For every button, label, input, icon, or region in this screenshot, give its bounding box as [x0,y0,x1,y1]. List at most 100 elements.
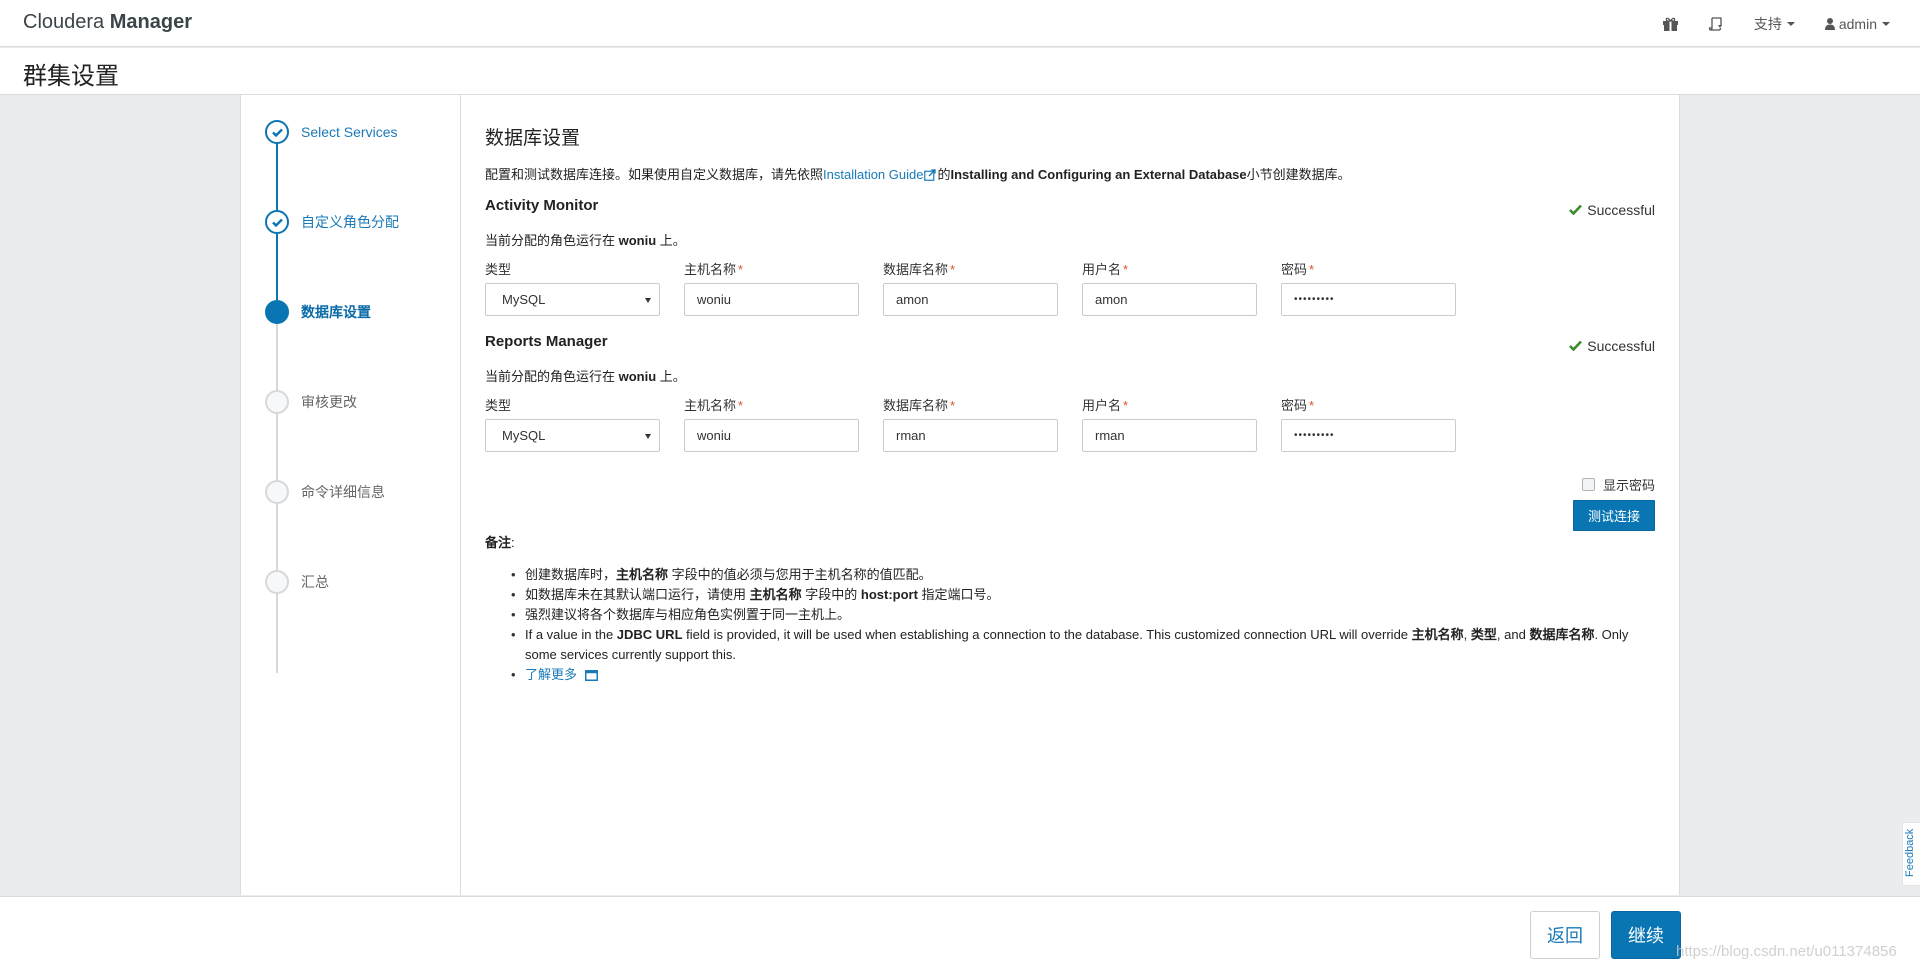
show-password-label: 显示密码 [1602,478,1655,493]
host-label: 主机名称 * [684,395,859,413]
show-password-toggle[interactable]: 显示密码 [1581,475,1655,494]
note-text: If a value in the [525,627,617,642]
intro-text: 配置和测试数据库连接。如果使用自定义数据库，请先依照Installation G… [485,164,1351,184]
brand-logo[interactable]: Cloudera Manager [23,11,192,34]
type-select[interactable]: MySQL [485,419,660,452]
username-field: 用户名 * amon [1082,259,1257,316]
wizard-steps: Select Services 自定义角色分配 数据库设置 审核更改 命令详细信… [240,95,461,895]
type-label: 类型 [485,398,512,413]
installation-guide-link[interactable]: Installation Guide [823,167,923,182]
username-label: 用户名 * [1082,395,1257,413]
host-field: 主机名称 * woniu [684,259,859,316]
support-menu[interactable]: 支持 [1754,14,1795,34]
window-icon [585,667,599,687]
user-menu[interactable]: admin [1824,16,1890,32]
support-label: 支持 [1753,15,1782,32]
external-link-icon [924,169,937,184]
feedback-tab[interactable]: Feedback [1902,822,1920,886]
password-label-text: 密码 [1281,398,1308,413]
username-input[interactable]: rman [1082,419,1257,452]
host-label: 主机名称 * [684,259,859,277]
scroll-help-button[interactable] [1708,16,1724,32]
db-name-label: 数据库名称 * [883,395,1058,413]
note-text: 强烈建议将各个数据库与相应角色实例置于同一主机上。 [525,607,851,622]
running-suffix: 上。 [656,233,686,248]
wizard-footer: 返回 继续 https://blog.csdn.net/u011374856 [0,896,1920,969]
note-item: 创建数据库时，主机名称 字段中的值必须与您用于主机名称的值匹配。 [511,565,1655,585]
note-item: 强烈建议将各个数据库与相应角色实例置于同一主机上。 [511,605,1655,625]
type-select[interactable]: MySQL [485,283,660,316]
db-name-label: 数据库名称 * [883,259,1058,277]
type-label: 类型 [485,262,512,277]
wizard-step-database-setup[interactable]: 数据库设置 [265,299,371,325]
title-bar: 群集设置 [0,48,1920,95]
password-input[interactable]: ••••••••• [1281,419,1456,452]
required-mark: * [738,398,744,413]
password-label: 密码 * [1281,259,1456,277]
required-mark: * [950,398,956,413]
note-bold: host:port [860,587,918,602]
db-name-label-text: 数据库名称 [883,398,949,413]
note-text: 字段中的 [801,587,861,602]
db-name-field: 数据库名称 * rman [883,395,1058,452]
brand-light: Cloudera [23,11,105,33]
host-field: 主机名称 * woniu [684,395,859,452]
watermark: https://blog.csdn.net/u011374856 [1676,943,1897,960]
required-mark: * [1123,398,1129,413]
username-input[interactable]: amon [1082,283,1257,316]
scroll-help-icon [1708,16,1724,32]
status-badge: Successful [1569,338,1655,354]
pending-step-icon [265,570,289,594]
host-input[interactable]: woniu [684,419,859,452]
host-input[interactable]: woniu [684,283,859,316]
required-mark: * [738,262,744,277]
top-navbar: Cloudera Manager 支持 admin [0,0,1920,47]
note-item: 如数据库未在其默认端口运行，请使用 主机名称 字段中的 host:port 指定… [511,585,1655,605]
password-field: 密码 * ••••••••• [1281,259,1456,316]
back-button[interactable]: 返回 [1530,911,1600,959]
note-item: 了解更多 [511,665,1655,687]
intro-prefix: 配置和测试数据库连接。如果使用自定义数据库，请先依照 [485,167,824,182]
feedback-label: Feedback [1904,828,1916,877]
learn-more-link[interactable]: 了解更多 [525,667,577,682]
running-host: woniu [618,233,657,248]
test-connection-button[interactable]: 测试连接 [1573,500,1655,531]
intro-suffix: 小节创建数据库。 [1246,167,1351,182]
note-text: 创建数据库时， [525,567,617,582]
step-label: Select Services [301,124,398,140]
required-mark: * [1309,398,1315,413]
note-item: If a value in the JDBC URL field is prov… [511,625,1655,665]
password-input[interactable]: ••••••••• [1281,283,1456,316]
type-field: 类型 MySQL [485,259,660,316]
status-text: Successful [1587,338,1655,354]
main-content: 数据库设置 配置和测试数据库连接。如果使用自定义数据库，请先依照Installa… [461,95,1680,895]
running-host-text: 当前分配的角色运行在 woniu 上。 [485,366,686,385]
running-host: woniu [618,369,657,384]
notes-list: 创建数据库时，主机名称 字段中的值必须与您用于主机名称的值匹配。 如数据库未在其… [485,565,1655,687]
intro-mid: 的 [937,167,951,182]
wizard-step-role-assignment[interactable]: 自定义角色分配 [265,209,399,235]
db-name-label-text: 数据库名称 [883,262,949,277]
host-label-text: 主机名称 [684,398,737,413]
db-name-input[interactable]: rman [883,419,1058,452]
wizard-step-review-changes: 审核更改 [265,389,357,415]
db-name-input[interactable]: amon [883,283,1058,316]
username-label-text: 用户名 [1082,398,1122,413]
required-mark: * [950,262,956,277]
note-text: 字段中的值必须与您用于主机名称的值匹配。 [668,567,932,582]
running-suffix: 上。 [656,369,686,384]
note-bold: 主机名称 [1411,627,1464,642]
notes-title: 备注: [485,532,1655,551]
show-password-checkbox[interactable] [1581,478,1595,491]
wizard-step-select-services[interactable]: Select Services [265,119,397,145]
continue-button[interactable]: 继续 [1611,911,1681,959]
gift-button[interactable] [1662,17,1678,31]
brand-bold: Manager [109,11,192,33]
step-label: 命令详细信息 [301,484,385,500]
password-label: 密码 * [1281,395,1456,413]
db-service-name: Reports Manager [485,333,608,350]
notes-section: 备注: 创建数据库时，主机名称 字段中的值必须与您用于主机名称的值匹配。 如数据… [485,532,1655,687]
note-bold: JDBC URL [616,627,683,642]
status-badge: Successful [1569,202,1655,218]
running-host-text: 当前分配的角色运行在 woniu 上。 [485,230,686,249]
